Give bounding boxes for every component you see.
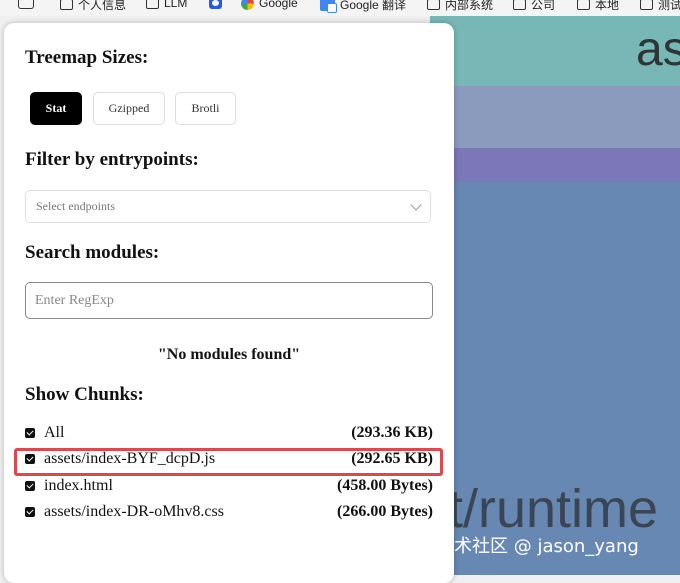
size-button-gzipped[interactable]: Gzipped <box>93 92 165 125</box>
search-input[interactable] <box>25 282 433 319</box>
search-result-message: "No modules found" <box>157 346 301 363</box>
google-icon <box>241 0 254 10</box>
bookmark-internal[interactable]: 内部系统 <box>427 0 493 13</box>
size-button-brotli[interactable]: Brotli <box>175 92 236 125</box>
checkbox-checked-icon[interactable] <box>25 507 35 517</box>
google-translate-icon <box>320 0 337 13</box>
baidu-icon <box>209 0 222 9</box>
treemap-main-label: t/runtime <box>448 479 659 539</box>
bookmark-test[interactable]: 测试 <box>640 0 680 13</box>
folder-icon <box>640 0 653 10</box>
chunk-size: (293.36 KB) <box>351 424 433 441</box>
folder-icon <box>427 0 440 10</box>
reading-list-icon[interactable] <box>18 0 34 9</box>
bookmark-local[interactable]: 本地 <box>577 0 619 13</box>
chunk-size: (458.00 Bytes) <box>337 477 433 494</box>
checkbox-checked-icon[interactable] <box>25 481 35 491</box>
chunk-item[interactable]: assets/index-DR-oMhv8.css (266.00 Bytes) <box>25 501 433 523</box>
treemap-top-label: as <box>636 23 680 76</box>
bookmarks-bar: 个人信息 LLM Google Google 翻译 内部系统 公司 本地 测试 <box>0 0 680 16</box>
search-heading: Search modules: <box>25 242 160 263</box>
chunk-name: assets/index-DR-oMhv8.css <box>44 503 224 520</box>
treemap-cell-purple[interactable] <box>430 148 680 182</box>
chunk-item[interactable]: index.html (458.00 Bytes) <box>25 475 433 497</box>
bookmark-google-translate[interactable]: Google 翻译 <box>320 0 406 13</box>
bookmark-personal[interactable]: 个人信息 <box>60 0 126 13</box>
bookmark-google[interactable]: Google <box>241 0 298 10</box>
filter-heading: Filter by entrypoints: <box>25 149 199 170</box>
highlight-box <box>14 448 443 476</box>
folder-icon <box>513 0 526 10</box>
bookmark-company[interactable]: 公司 <box>513 0 555 13</box>
folder-icon <box>60 0 73 10</box>
treemap-cell-mid[interactable] <box>430 86 680 148</box>
treemap-sizes-heading: Treemap Sizes: <box>25 47 149 68</box>
sidebar-panel: Treemap Sizes: Stat Gzipped Brotli Filte… <box>4 23 454 583</box>
chunk-item[interactable]: All (293.36 KB) <box>25 422 433 444</box>
chunk-size: (266.00 Bytes) <box>337 503 433 520</box>
entrypoint-select[interactable]: Select endpoints <box>25 190 431 223</box>
bookmark-llm[interactable]: LLM <box>146 0 187 10</box>
treemap[interactable]: as t/runtime <box>430 16 680 575</box>
chunk-name: All <box>44 424 65 441</box>
entrypoint-select-placeholder: Select endpoints <box>36 199 115 213</box>
size-button-stat[interactable]: Stat <box>30 92 82 125</box>
checkbox-checked-icon[interactable] <box>25 428 35 438</box>
bookmark-baidu[interactable] <box>209 0 222 9</box>
chevron-down-icon <box>410 199 422 211</box>
folder-icon <box>577 0 590 10</box>
chunks-heading: Show Chunks: <box>25 384 144 405</box>
folder-icon <box>146 0 159 9</box>
chunk-name: index.html <box>44 477 113 494</box>
